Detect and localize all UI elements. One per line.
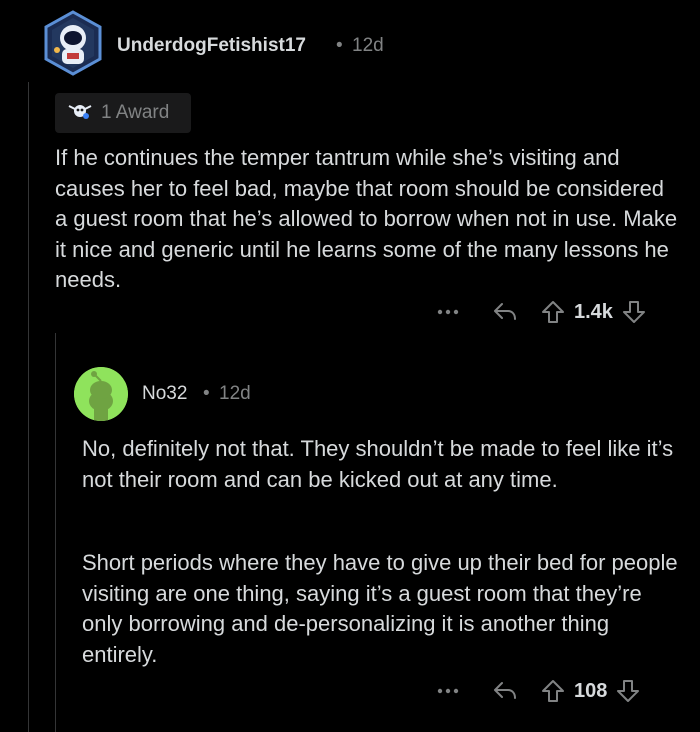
vote-count: 1.4k: [574, 300, 613, 323]
more-icon[interactable]: [436, 309, 460, 315]
comment-body: If he continues the temper tantrum while…: [55, 145, 678, 292]
downvote-icon[interactable]: [613, 679, 643, 703]
meta-separator: •: [336, 35, 343, 56]
comment-age[interactable]: 12d: [219, 383, 251, 405]
username[interactable]: UnderdogFetishist17: [117, 35, 306, 57]
astronaut-avatar[interactable]: [43, 10, 103, 76]
award-label: 1 Award: [101, 102, 170, 123]
snoo-avatar[interactable]: [74, 367, 128, 421]
upvote-icon[interactable]: [538, 300, 568, 324]
comment-paragraph-1: No, definitely not that. They shouldn’t …: [82, 436, 674, 492]
reply-icon[interactable]: [488, 301, 522, 323]
more-icon[interactable]: [436, 688, 460, 694]
reply-icon[interactable]: [488, 680, 522, 702]
nested-thread-line[interactable]: [55, 333, 56, 732]
comment-actions: 108: [436, 679, 643, 703]
upvote-icon[interactable]: [538, 679, 568, 703]
comment-age[interactable]: 12d: [352, 35, 384, 57]
comment-paragraph-2: Short periods where they have to give up…: [82, 550, 678, 667]
meta-separator: •: [203, 383, 210, 404]
vote-count: 108: [574, 679, 608, 702]
award-badge[interactable]: 1 Award: [55, 93, 191, 133]
award-icon: [67, 100, 93, 127]
comment-actions: 1.4k: [436, 300, 649, 324]
downvote-icon[interactable]: [619, 300, 649, 324]
thread-line[interactable]: [28, 82, 29, 732]
username[interactable]: No32: [142, 383, 187, 405]
